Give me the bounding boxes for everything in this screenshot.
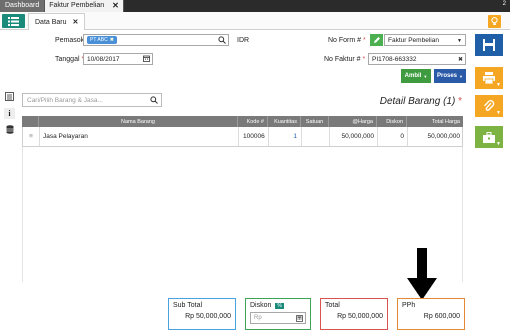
down-arrow-annotation — [407, 248, 437, 300]
close-tab-icon[interactable]: ✕ — [112, 0, 119, 12]
currency-label: IDR — [237, 37, 250, 44]
proses-label: Proses — [437, 73, 458, 79]
pencil-icon — [373, 37, 380, 43]
search-icon[interactable] — [218, 36, 226, 46]
subtab-bar: Data Baru ✕ — [0, 12, 510, 30]
chevron-down-icon: ▼ — [457, 38, 462, 44]
tab-faktur-pembelian[interactable]: Faktur Pembelian ✕ — [45, 0, 124, 12]
tanggal-value: 10/08/2017 — [87, 55, 120, 63]
subtotal-label: Sub Total — [173, 302, 203, 309]
attachment-button[interactable]: ▼ — [475, 95, 503, 117]
close-subtab-icon[interactable]: ✕ — [73, 18, 79, 26]
list-menu-icon — [8, 16, 19, 26]
toolbox-button[interactable]: ▼ — [475, 126, 503, 148]
no-faktur-value: PI1708-663332 — [372, 55, 417, 63]
subtotal-value: Rp 50,000,000 — [185, 313, 231, 320]
total-label: Total — [325, 302, 340, 309]
diskon-placeholder: Rp — [254, 315, 262, 321]
cell-kuantitas[interactable]: 1 — [269, 127, 302, 146]
tab-count-badge: 2 — [502, 1, 506, 7]
subtotal-box: Sub Total Rp 50,000,000 — [168, 298, 236, 330]
pph-label: PPh — [402, 302, 416, 309]
cell-kode: 100006 — [239, 127, 269, 146]
calculator-icon[interactable] — [296, 315, 303, 324]
cell-satuan[interactable] — [302, 127, 330, 146]
tab-data-baru-label: Data Baru — [35, 18, 67, 26]
database-icon[interactable] — [4, 124, 15, 135]
header-harga: @Harga — [329, 116, 377, 127]
chevron-down-icon: ▼ — [459, 73, 463, 79]
chevron-down-icon: ▼ — [423, 73, 428, 79]
clear-icon[interactable]: ✖ — [458, 56, 463, 63]
percent-toggle-icon[interactable]: % — [275, 303, 284, 309]
top-tab-bar: Dashboard Faktur Pembelian ✕ 2 — [0, 0, 510, 12]
cell-total-harga: 50,000,000 — [427, 133, 460, 140]
cell-diskon[interactable]: 0 — [378, 127, 408, 146]
printer-icon — [483, 72, 495, 84]
no-faktur-field[interactable]: PI1708-663332 ✖ — [368, 53, 466, 65]
header-kode: Kode # — [238, 116, 268, 127]
no-form-value: Faktur Pembelian — [388, 36, 439, 44]
remove-chip-icon[interactable]: ✖ — [110, 37, 114, 43]
paperclip-icon — [483, 99, 495, 111]
info-icon[interactable]: i — [4, 108, 15, 119]
row-drag-handle[interactable]: ≡ — [23, 127, 40, 146]
pemasok-chip[interactable]: PT ABC ✖ — [87, 36, 117, 44]
diskon-box: Diskon % Rp — [245, 298, 311, 330]
item-search-input[interactable]: Cari/Pilih Barang & Jasa... — [22, 93, 162, 107]
pph-value: Rp 600,000 — [423, 313, 460, 320]
header-diskon: Diskon — [377, 116, 407, 127]
diskon-input[interactable]: Rp — [250, 312, 306, 324]
menu-button[interactable] — [2, 14, 25, 28]
pph-box: PPh Rp 600,000 — [397, 298, 465, 330]
header-kuantitas: Kuantitas — [268, 116, 301, 127]
table-row[interactable]: ≡ Jasa Pelayaran 100006 1 50,000,000 0 5… — [22, 127, 463, 147]
edit-pencil-button[interactable] — [370, 34, 383, 46]
tanggal-label: Tanggal * — [55, 56, 84, 63]
tab-data-baru[interactable]: Data Baru ✕ — [28, 13, 86, 30]
tab-faktur-pembelian-label: Faktur Pembelian — [49, 2, 105, 9]
detail-barang-title: Detail Barang (1) * — [379, 96, 462, 107]
cell-nama-barang[interactable]: Jasa Pelayaran — [40, 127, 239, 146]
header-satuan: Satuan — [301, 116, 329, 127]
tab-dashboard[interactable]: Dashboard — [0, 0, 46, 12]
save-button[interactable] — [475, 34, 503, 56]
tanggal-field[interactable]: 10/08/2017 — [83, 53, 153, 65]
diskon-label: Diskon % — [250, 302, 284, 309]
pemasok-chip-label: PT ABC — [90, 37, 108, 43]
table-header: Nama Barang Kode # Kuantitas Satuan @Har… — [22, 116, 463, 127]
ambil-button[interactable]: Ambil ▼ — [401, 69, 431, 83]
ambil-label: Ambil — [404, 73, 422, 79]
total-value: Rp 50,000,000 — [337, 313, 383, 320]
print-button[interactable]: ▼ — [475, 67, 503, 89]
list-view-icon[interactable] — [4, 91, 15, 102]
briefcase-icon — [483, 131, 495, 143]
table-empty-area — [22, 147, 463, 282]
header-total-harga: Total Harga — [431, 118, 460, 125]
no-form-label: No Form # * — [328, 37, 366, 44]
total-box: Total Rp 50,000,000 — [320, 298, 388, 330]
no-faktur-label: No Faktur # * — [324, 56, 366, 63]
calendar-icon[interactable] — [143, 55, 150, 64]
search-icon[interactable] — [150, 96, 158, 106]
search-placeholder: Cari/Pilih Barang & Jasa... — [27, 96, 103, 104]
no-form-select[interactable]: Faktur Pembelian ▼ — [384, 34, 466, 46]
floppy-disk-icon — [483, 39, 495, 51]
proses-button[interactable]: Proses ▼ — [434, 69, 466, 83]
cell-harga[interactable]: 50,000,000 — [330, 127, 378, 146]
header-nama-barang: Nama Barang — [39, 116, 238, 127]
pemasok-field[interactable]: PT ABC ✖ — [83, 34, 229, 46]
header-handle — [22, 116, 39, 127]
lightbulb-icon[interactable] — [488, 15, 501, 28]
